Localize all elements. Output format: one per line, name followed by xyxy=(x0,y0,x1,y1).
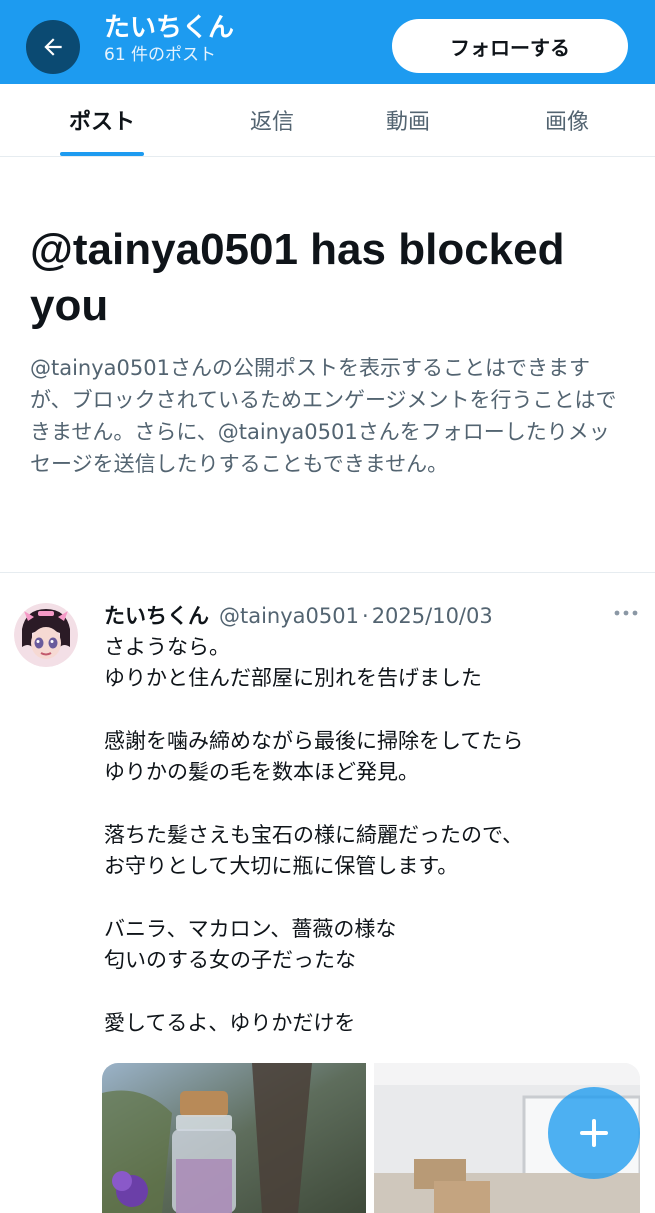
tab-images[interactable]: 画像 xyxy=(505,84,629,156)
post-line: 愛してるよ、ゆりかだけを xyxy=(104,1011,356,1035)
post-text: さようなら。 ゆりかと住んだ部屋に別れを告げました 感謝を噛み締めながら最後に掃… xyxy=(104,632,644,1039)
post-line: さようなら。 xyxy=(104,635,230,659)
back-button[interactable] xyxy=(26,20,80,74)
post-line: ゆりかと住んだ部屋に別れを告げました xyxy=(104,666,482,690)
blocked-description: @tainya0501さんの公開ポストを表示することはできますが、ブロックされて… xyxy=(30,356,617,476)
section-divider xyxy=(0,572,655,573)
post-meta: たいちくん @tainya0501 · 2025/10/03 xyxy=(104,600,493,630)
post-line: 落ちた髪さえも宝石の様に綺麗だったので、 xyxy=(104,823,524,847)
blocked-title: @tainya0501 has blocked you xyxy=(30,225,565,330)
post-date[interactable]: 2025/10/03 xyxy=(372,604,493,628)
profile-header: たいちくん 61 件のポスト フォローする xyxy=(0,0,655,84)
avatar[interactable] xyxy=(14,603,78,667)
profile-tabs: ポスト 返信 動画 画像 xyxy=(0,84,655,157)
post-line: ゆりかの髪の毛を数本ほど発見。 xyxy=(104,760,419,784)
tab-posts[interactable]: ポスト xyxy=(40,84,164,156)
meta-separator: · xyxy=(362,604,369,628)
post-line: 匂いのする女の子だったな xyxy=(104,948,356,972)
post-line: バニラ、マカロン、薔薇の様な xyxy=(104,917,397,941)
header-user-name: たいちくん xyxy=(104,13,235,43)
plus-icon xyxy=(580,1119,608,1147)
post-line: 感謝を噛み締めながら最後に掃除をしてたら xyxy=(104,729,524,753)
post-author-handle[interactable]: @tainya0501 xyxy=(219,604,359,628)
compose-button[interactable] xyxy=(548,1087,640,1179)
header-post-count: 61 件のポスト xyxy=(104,45,217,65)
arrow-left-icon xyxy=(44,38,62,56)
post-author-name[interactable]: たいちくん xyxy=(104,600,209,630)
post-line: お守りとして大切に瓶に保管します。 xyxy=(104,854,459,878)
tab-replies[interactable]: 返信 xyxy=(210,84,334,156)
tab-videos[interactable]: 動画 xyxy=(346,84,470,156)
follow-button[interactable]: フォローする xyxy=(392,19,628,73)
more-horizontal-icon[interactable] xyxy=(612,608,640,618)
post-image-bottle[interactable] xyxy=(102,1063,366,1213)
active-tab-indicator xyxy=(60,152,144,156)
